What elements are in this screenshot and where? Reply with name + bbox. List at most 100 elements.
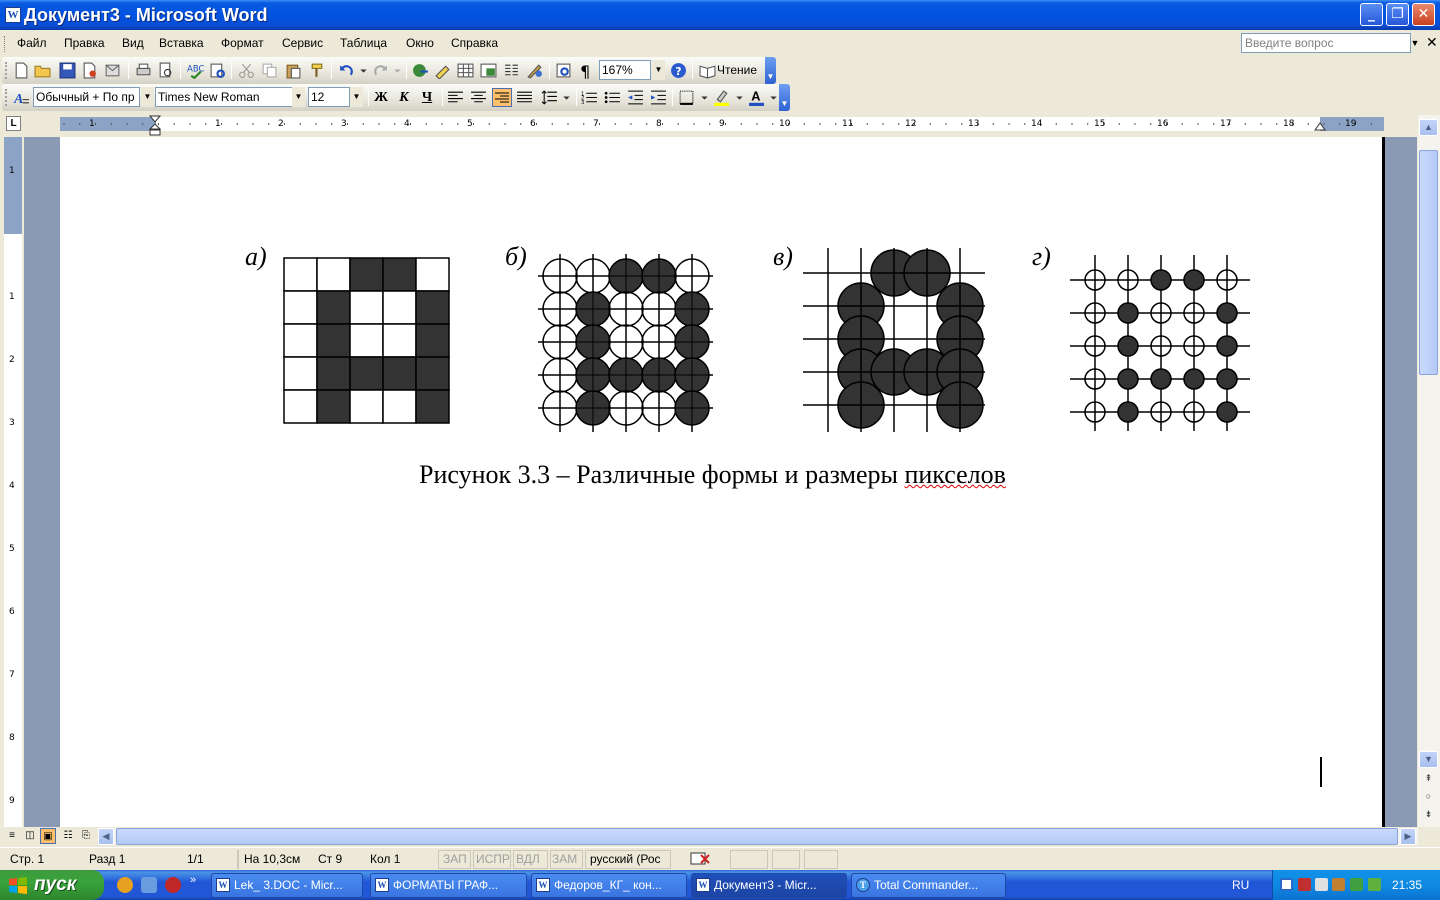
toolbar-options-icon[interactable]: ▼ xyxy=(765,57,776,84)
menu-table[interactable]: Таблица xyxy=(340,36,387,50)
style-dropdown-icon[interactable]: ▼ xyxy=(141,87,154,107)
select-browse-object-icon[interactable]: ○ xyxy=(1419,789,1438,806)
document-map-icon[interactable] xyxy=(555,62,572,79)
justify-icon[interactable] xyxy=(516,89,533,106)
toolbar-options-icon[interactable]: ▼ xyxy=(779,84,790,111)
next-page-icon[interactable]: ⇟ xyxy=(1419,807,1438,824)
quicklaunch-expand-icon[interactable]: » xyxy=(190,874,196,886)
highlight-dropdown-icon[interactable] xyxy=(731,89,748,106)
align-center-icon[interactable] xyxy=(470,89,487,106)
normal-view-icon[interactable]: ≡ xyxy=(4,828,20,844)
ask-dropdown-icon[interactable]: ▼ xyxy=(1408,33,1422,53)
menu-view[interactable]: Вид xyxy=(122,36,144,50)
tab-selector-button[interactable]: L xyxy=(6,116,21,131)
scroll-left-icon[interactable]: ◀ xyxy=(98,828,114,845)
menu-edit[interactable]: Правка xyxy=(64,36,105,50)
menu-tools[interactable]: Сервис xyxy=(282,36,323,50)
print-layout-icon[interactable]: ▣ xyxy=(40,828,56,844)
menu-file[interactable]: Файл xyxy=(17,36,47,50)
cut-icon[interactable] xyxy=(238,62,255,79)
italic-button[interactable]: К xyxy=(394,88,414,107)
tray-antivirus-icon[interactable] xyxy=(1298,878,1311,891)
word-app-icon[interactable]: W xyxy=(5,7,21,23)
language-indicator[interactable]: RU xyxy=(1232,878,1249,892)
align-right-button[interactable] xyxy=(492,88,512,107)
bold-button[interactable]: Ж xyxy=(371,88,391,107)
vertical-scroll-thumb[interactable] xyxy=(1419,150,1438,375)
spelling-icon[interactable]: ABC xyxy=(187,62,204,79)
vertical-ruler[interactable]: 1 1 2 3 4 5 6 7 8 9 xyxy=(4,137,22,827)
copy-icon[interactable] xyxy=(261,62,278,79)
status-language[interactable]: русский (Рос xyxy=(590,852,661,866)
save-icon[interactable] xyxy=(59,62,76,79)
tray-volume-icon[interactable] xyxy=(1315,878,1328,891)
web-layout-icon[interactable]: ◫ xyxy=(22,828,38,844)
permission-icon[interactable] xyxy=(81,62,98,79)
taskbar-item-active[interactable]: W Документ3 - Micr... xyxy=(691,873,847,898)
drawing-icon[interactable] xyxy=(526,62,543,79)
horizontal-scrollbar[interactable]: ◀ ▶ xyxy=(98,828,1418,845)
font-size-dropdown-icon[interactable]: ▼ xyxy=(350,87,363,107)
indent-marker-icon[interactable] xyxy=(149,115,161,137)
numbering-icon[interactable]: 123 xyxy=(581,89,598,106)
align-left-icon[interactable] xyxy=(447,89,464,106)
insert-table-icon[interactable] xyxy=(457,62,474,79)
help-icon[interactable]: ? xyxy=(670,62,687,79)
toolbar-grip[interactable] xyxy=(5,62,8,79)
increase-indent-icon[interactable] xyxy=(650,89,667,106)
spelling-status-icon[interactable] xyxy=(689,851,713,867)
hyperlink-icon[interactable] xyxy=(412,62,429,79)
menu-format[interactable]: Формат xyxy=(221,36,264,50)
font-combo[interactable]: Times New Roman xyxy=(155,87,293,107)
open-folder-icon[interactable] xyxy=(34,62,51,79)
format-painter-icon[interactable] xyxy=(309,62,326,79)
quicklaunch-app-icon[interactable] xyxy=(117,877,133,893)
line-spacing-icon[interactable] xyxy=(541,89,558,106)
styles-formatting-icon[interactable]: A xyxy=(13,89,30,106)
horizontal-scroll-thumb[interactable] xyxy=(116,828,1398,845)
columns-icon[interactable] xyxy=(503,62,520,79)
scroll-up-icon[interactable]: ▲ xyxy=(1419,119,1438,136)
reading-layout-icon[interactable]: ⎘ xyxy=(78,828,94,844)
toolbar-grip[interactable] xyxy=(5,89,8,106)
tray-app-icon[interactable] xyxy=(1280,878,1293,891)
tables-borders-icon[interactable] xyxy=(434,62,451,79)
menu-grip[interactable] xyxy=(4,36,7,52)
font-color-icon[interactable]: A xyxy=(748,89,765,106)
menu-insert[interactable]: Вставка xyxy=(159,36,204,50)
vertical-scrollbar[interactable]: ▲ ▼ ⇞ ○ ⇟ xyxy=(1418,115,1440,827)
taskbar-item[interactable]: W ФОРМАТЫ ГРАФ... xyxy=(370,873,527,898)
borders-icon[interactable] xyxy=(678,89,695,106)
research-icon[interactable] xyxy=(209,62,226,79)
style-combo[interactable]: Обычный + По пр xyxy=(33,87,140,107)
status-extend[interactable]: ВДЛ xyxy=(516,852,540,866)
minimize-button[interactable]: _ xyxy=(1360,3,1383,26)
email-icon[interactable] xyxy=(104,62,121,79)
taskbar-item[interactable]: T Total Commander... xyxy=(851,873,1006,898)
line-spacing-dropdown-icon[interactable] xyxy=(558,89,575,106)
close-button[interactable]: ✕ xyxy=(1412,3,1435,26)
tray-network-icon[interactable] xyxy=(1332,878,1345,891)
decrease-indent-icon[interactable] xyxy=(627,89,644,106)
insert-excel-icon[interactable] xyxy=(480,62,497,79)
quicklaunch-opera-icon[interactable] xyxy=(165,877,181,893)
font-size-combo[interactable]: 12 xyxy=(308,87,350,107)
reading-mode-label[interactable]: Чтение xyxy=(717,63,757,77)
restore-button[interactable]: ❐ xyxy=(1386,3,1409,26)
zoom-combo[interactable]: 167% xyxy=(599,60,651,80)
quicklaunch-messenger-icon[interactable] xyxy=(141,877,157,893)
taskbar-item[interactable]: W Федоров_КГ_ кон... xyxy=(531,873,687,898)
outline-view-icon[interactable]: ☷ xyxy=(60,828,76,844)
right-indent-marker-icon[interactable] xyxy=(1314,122,1326,131)
menu-window[interactable]: Окно xyxy=(406,36,434,50)
status-track-changes[interactable]: ИСПР xyxy=(476,852,510,866)
ask-question-input[interactable]: Введите вопрос xyxy=(1241,33,1411,53)
undo-dropdown-icon[interactable] xyxy=(355,62,372,79)
menu-help[interactable]: Справка xyxy=(451,36,498,50)
reading-mode-icon[interactable] xyxy=(699,62,716,79)
highlight-icon[interactable] xyxy=(713,89,730,106)
font-dropdown-icon[interactable]: ▼ xyxy=(292,87,305,107)
print-icon[interactable] xyxy=(135,62,152,79)
tray-device-icon[interactable] xyxy=(1350,878,1363,891)
borders-dropdown-icon[interactable] xyxy=(696,89,713,106)
